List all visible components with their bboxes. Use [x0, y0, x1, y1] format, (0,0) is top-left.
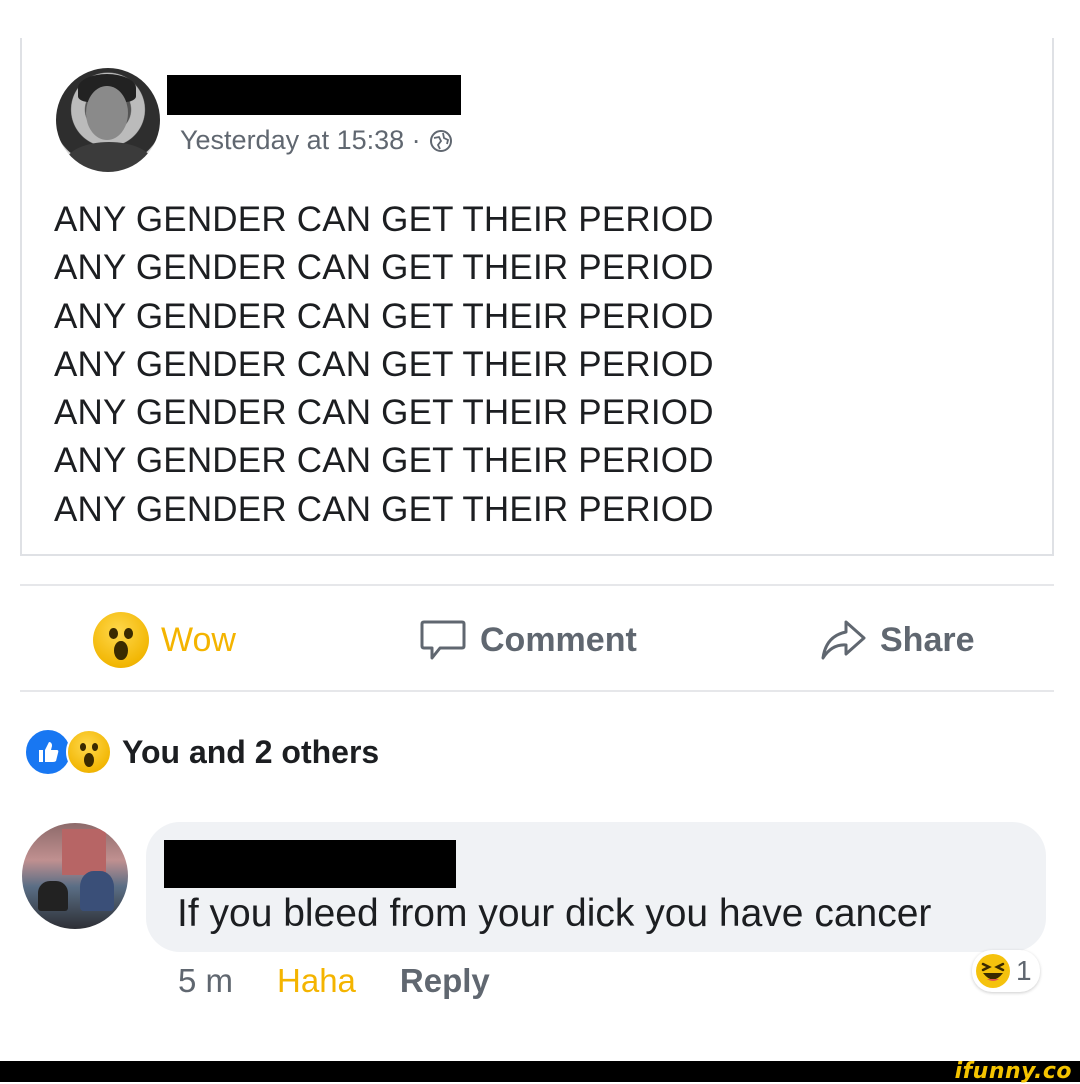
- reaction-icons: [24, 728, 112, 776]
- share-icon: [821, 620, 866, 660]
- comment-text: If you bleed from your dick you have can…: [177, 892, 932, 935]
- post-line: ANY GENDER CAN GET THEIR PERIOD: [54, 489, 714, 529]
- post-timestamp[interactable]: Yesterday at 15:38 ·: [180, 125, 421, 156]
- redacted-commenter-name: [164, 840, 456, 888]
- reaction-summary-text: You and 2 others: [122, 733, 380, 770]
- wow-emoji-icon: [93, 612, 149, 668]
- haha-button[interactable]: Haha: [277, 962, 356, 1000]
- comment-icon: [420, 620, 466, 660]
- post-line: ANY GENDER CAN GET THEIR PERIOD: [54, 344, 714, 384]
- like-icon: [24, 728, 72, 776]
- haha-icon: [976, 954, 1010, 988]
- wow-label: Wow: [161, 620, 236, 659]
- divider: [20, 690, 1054, 692]
- footer-bar: [0, 1061, 1080, 1082]
- share-label: Share: [880, 620, 975, 659]
- commenter-avatar[interactable]: [22, 823, 128, 929]
- post-line: ANY GENDER CAN GET THEIR PERIOD: [54, 393, 714, 433]
- comment-reaction-count[interactable]: 1: [972, 950, 1040, 992]
- reply-button[interactable]: Reply: [400, 962, 490, 1000]
- comment-label: Comment: [480, 620, 637, 659]
- reaction-summary[interactable]: You and 2 others: [24, 728, 379, 776]
- poster-avatar[interactable]: [56, 68, 160, 172]
- comment-button[interactable]: Comment: [418, 616, 637, 664]
- comment-reaction-number: 1: [1016, 955, 1032, 986]
- share-button[interactable]: Share: [818, 616, 975, 664]
- post-line: ANY GENDER CAN GET THEIR PERIOD: [54, 248, 714, 288]
- post-body: ANY GENDER CAN GET THEIR PERIOD ANY GEND…: [54, 196, 714, 534]
- wow-icon: [66, 729, 112, 775]
- wow-reaction-button[interactable]: Wow: [93, 612, 236, 668]
- comment-actions: 5 m Haha Reply: [178, 962, 490, 1000]
- watermark: ifunny.co: [954, 1059, 1072, 1084]
- divider: [20, 584, 1054, 586]
- post-line: ANY GENDER CAN GET THEIR PERIOD: [54, 441, 714, 481]
- post-line: ANY GENDER CAN GET THEIR PERIOD: [54, 296, 714, 336]
- globe-icon: [429, 129, 452, 152]
- comment-time[interactable]: 5 m: [178, 962, 233, 1000]
- post-line: ANY GENDER CAN GET THEIR PERIOD: [54, 200, 714, 239]
- redacted-poster-name: [167, 75, 461, 115]
- post-meta: Yesterday at 15:38 ·: [180, 125, 453, 156]
